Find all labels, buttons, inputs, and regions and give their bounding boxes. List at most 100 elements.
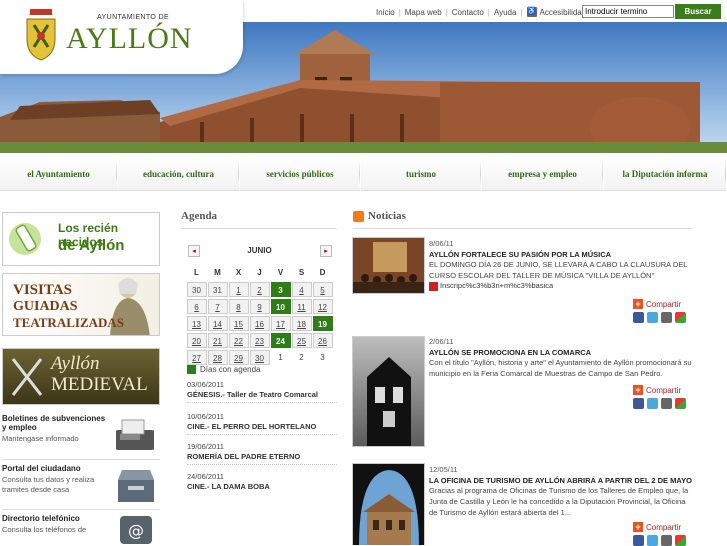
calendar-day[interactable]: 11 — [291, 299, 312, 314]
calendar-day[interactable]: 15 — [228, 316, 249, 331]
calendar-day[interactable]: 14 — [207, 316, 228, 331]
attachment-label: Inscripc%c3%b3n+m%c3%basica — [440, 281, 554, 290]
news-headline[interactable]: LA OFICINA DE TURISMO DE AYLLÓN ABRIRÁ A… — [429, 476, 694, 485]
calendar-day[interactable]: 6 — [186, 299, 207, 314]
sidebar-item-directorio[interactable]: Directorio telefónico Consulta los teléf… — [2, 514, 160, 545]
top-link-accesibilidad[interactable]: Accesibilidad — [540, 8, 587, 17]
search-input[interactable] — [582, 5, 674, 18]
twitter-icon[interactable] — [647, 398, 658, 409]
top-link-contacto[interactable]: Contacto — [452, 8, 484, 17]
calendar-day[interactable]: 28 — [207, 350, 228, 365]
sidebar-item-portal-ciudadano[interactable]: Portal del ciudadano Consulta tus datos … — [2, 464, 160, 510]
plus-icon: + — [633, 522, 643, 532]
rss-icon[interactable] — [353, 211, 364, 222]
promo-ayllon-medieval[interactable]: Ayllón MEDIEVAL — [2, 348, 160, 405]
twitter-icon[interactable] — [647, 312, 658, 323]
calendar-day[interactable]: 25 — [291, 333, 312, 348]
top-link-inicio[interactable]: Inicio — [376, 8, 395, 17]
weekday-label: D — [319, 268, 326, 277]
print-icon[interactable] — [661, 535, 672, 546]
top-navigation: Inicio | Mapa web | Contacto | Ayuda | ♿ Acc… — [376, 7, 587, 17]
calendar-day[interactable]: 13 — [186, 316, 207, 331]
calendar-day[interactable]: 22 — [228, 333, 249, 348]
calendar-day[interactable]: 27 — [186, 350, 207, 365]
agenda-event[interactable]: 24/06/2011 CINE.- LA DAMA BOBA — [187, 472, 337, 494]
calendar-day[interactable]: 29 — [228, 350, 249, 365]
calendar-day-outside: 2 — [299, 353, 304, 362]
calendar-day[interactable]: 4 — [291, 282, 312, 297]
news-thumbnail[interactable] — [352, 237, 425, 294]
sidebar-item-boletines[interactable]: Boletines de subvenciones y empleo Mante… — [2, 414, 160, 460]
news-attachment[interactable]: Inscripc%c3%b3n+m%c3%basica — [429, 281, 694, 292]
google-icon[interactable] — [675, 398, 686, 409]
facebook-icon[interactable] — [633, 398, 644, 409]
calendar-day[interactable]: 7 — [207, 299, 228, 314]
weekday-label: V — [277, 268, 284, 277]
calendar-day[interactable]: 12 — [312, 299, 333, 314]
promo-recien-nacidos[interactable]: Los recién nacidos de Ayllón — [2, 212, 160, 266]
twitter-icon[interactable] — [647, 535, 658, 546]
agenda-event[interactable]: 19/06/2011 ROMERÍA DEL PADRE ETERNO — [187, 442, 337, 465]
share-button[interactable]: + Compartir — [633, 522, 689, 532]
calendar-grid: L M X J V S D 30 31 1 2 3 4 5 6 7 8 9 10… — [186, 264, 334, 366]
news-thumbnail[interactable] — [352, 463, 425, 545]
nav-item-diputacion[interactable]: la Diputación informa — [604, 157, 727, 191]
calendar-day[interactable]: 1 — [228, 282, 249, 297]
tourism-building-photo — [353, 464, 424, 545]
share-button[interactable]: + Compartir — [633, 385, 689, 395]
news-headline[interactable]: AYLLÓN FORTALECE SU PASIÓN POR LA MÚSICA — [429, 250, 694, 259]
news-date: 8/06/11 — [429, 239, 454, 248]
calendar-day[interactable]: 20 — [186, 333, 207, 348]
calendar-day-event[interactable]: 24 — [270, 333, 291, 348]
calendar-day[interactable]: 23 — [249, 333, 270, 348]
calendar-day[interactable]: 17 — [270, 316, 291, 331]
news-body: EL DOMINGO DÍA 26 DE JUNIO, SE LLEVARÁ A… — [429, 260, 688, 280]
calendar-day[interactable]: 21 — [207, 333, 228, 348]
calendar-next-button[interactable]: ▸ — [320, 245, 332, 257]
facebook-icon[interactable] — [633, 535, 644, 546]
calendar-day[interactable]: 18 — [291, 316, 312, 331]
accessibility-icon: ♿ — [526, 7, 537, 17]
calendar-day-event[interactable]: 10 — [270, 299, 291, 314]
nav-item-ayuntamiento[interactable]: el Ayuntamiento — [0, 157, 118, 191]
calendar-day[interactable]: 26 — [312, 333, 333, 348]
agenda-event[interactable]: 10/06/2011 CINE.- EL PERRO DEL HORTELANO — [187, 412, 337, 435]
nav-item-servicios-publicos[interactable]: servicios públicos — [240, 157, 361, 191]
calendar-day[interactable]: 5 — [312, 282, 333, 297]
nav-item-turismo[interactable]: turismo — [361, 157, 482, 191]
promo-visitas-guiadas[interactable]: VISITAS GUIADAS TEATRALIZADAS — [2, 273, 160, 336]
calendar-week: 30 31 1 2 3 4 5 — [186, 281, 334, 298]
calendar-day[interactable]: 8 — [228, 299, 249, 314]
search-button[interactable]: Buscar — [675, 4, 721, 19]
calendar-day-event[interactable]: 3 — [270, 282, 291, 297]
calendar-day: 30 — [186, 282, 207, 297]
calendar-day[interactable]: 16 — [249, 316, 270, 331]
concert-photo — [353, 238, 424, 293]
facebook-icon[interactable] — [633, 312, 644, 323]
calendar-day[interactable]: 2 — [249, 282, 270, 297]
calendar-day-event[interactable]: 19 — [312, 316, 333, 331]
news-body: Con el título "Ayllón, historia y arte" … — [429, 358, 692, 378]
calendar-day[interactable]: 9 — [249, 299, 270, 314]
event-title: ROMERÍA DEL PADRE ETERNO — [187, 452, 301, 461]
main-navigation: el Ayuntamiento educación, cultura servi… — [0, 157, 727, 191]
share-label: Compartir — [646, 299, 682, 309]
share-button[interactable]: + Compartir — [633, 299, 689, 309]
calendar-week: 13 14 15 16 17 18 19 — [186, 315, 334, 332]
print-icon[interactable] — [661, 398, 672, 409]
news-headline[interactable]: AYLLÓN SE PROMOCIONA EN LA COMARCA — [429, 348, 694, 357]
news-thumbnail[interactable] — [352, 336, 425, 447]
google-icon[interactable] — [675, 312, 686, 323]
calendar-day[interactable]: 30 — [249, 350, 270, 365]
fax-machine-icon — [116, 419, 154, 450]
agenda-event[interactable]: 03/06/2011 GÉNESIS.- Taller de Teatro Co… — [187, 380, 337, 403]
print-icon[interactable] — [661, 312, 672, 323]
nav-item-educacion-cultura[interactable]: educación, cultura — [118, 157, 240, 191]
top-link-mapa-web[interactable]: Mapa web — [405, 8, 442, 17]
logo[interactable]: AYUNTAMIENTO DE AYLLÓN — [0, 0, 243, 74]
nav-item-empresa-empleo[interactable]: empresa y empleo — [482, 157, 604, 191]
email-at-icon: @ — [120, 516, 152, 544]
google-icon[interactable] — [675, 535, 686, 546]
sidebar-item-title: Boletines de subvenciones y empleo — [2, 414, 106, 432]
top-link-ayuda[interactable]: Ayuda — [494, 8, 517, 17]
